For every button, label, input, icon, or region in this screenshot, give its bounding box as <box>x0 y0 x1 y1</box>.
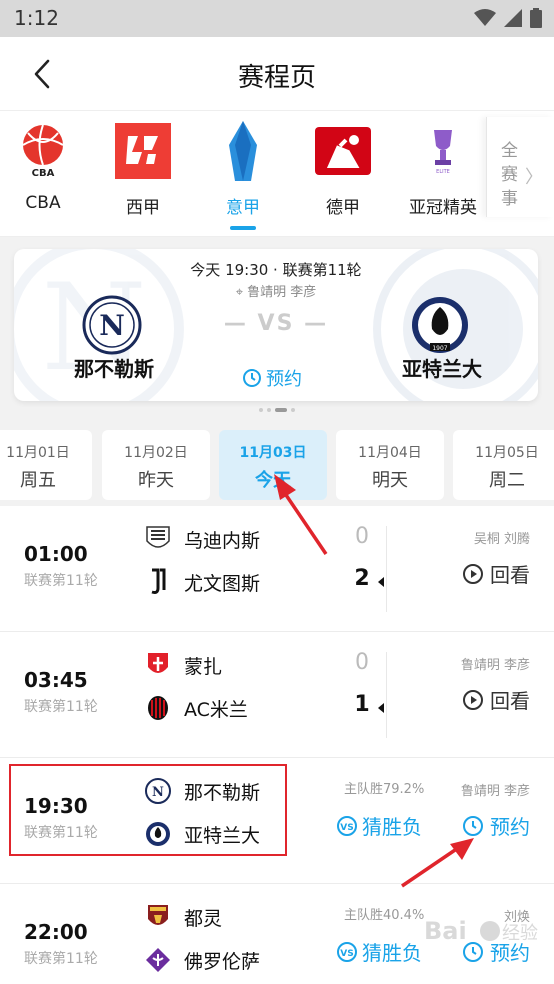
league-name: 亚冠精英 <box>409 198 477 218</box>
vs-badge-icon: VS <box>337 941 357 962</box>
match-row[interactable]: 03:45 联赛第11轮 蒙扎 AC米兰 0 1 鲁靖明 李彦 回看 <box>0 632 554 758</box>
league-name: 意甲 <box>226 198 260 218</box>
date-selector: 11月01日 周五 11月02日 昨天 11月03日 今天 11月04日 明天 … <box>0 420 554 506</box>
featured-reserve-button[interactable]: 预约 <box>242 365 314 391</box>
wifi-icon <box>474 9 496 26</box>
clock-icon <box>243 369 261 387</box>
featured-match-meta: 今天 19:30 · 联赛第11轮 <box>190 261 362 279</box>
guess-result-button[interactable]: VS 猜胜负 <box>336 811 422 840</box>
monza-logo-icon <box>144 651 172 679</box>
svg-text:1907: 1907 <box>432 345 447 352</box>
league-tab-serie-a[interactable]: 意甲 <box>198 119 288 230</box>
league-tab-afc-elite[interactable]: ELITE 亚冠精英 <box>398 119 488 218</box>
divider <box>386 526 387 612</box>
atalanta-logo-icon: 1907 <box>412 297 468 353</box>
fiorentina-logo-icon <box>144 946 172 974</box>
bundesliga-logo-icon <box>311 119 375 183</box>
featured-carousel: N 今天 19:30 · 联赛第11轮 ⌖ 鲁靖明 李彦 N 那不勒斯 — VS… <box>0 237 554 420</box>
match-round: 联赛第11轮 <box>24 573 98 589</box>
divider <box>386 652 387 738</box>
status-time: 1:12 <box>14 6 59 30</box>
league-name: 德甲 <box>326 198 360 218</box>
match-referees: 吴桐 刘腾 <box>473 532 530 547</box>
svg-text:VS: VS <box>340 823 353 833</box>
match-round: 联赛第11轮 <box>24 951 98 967</box>
featured-match-card[interactable]: N 今天 19:30 · 联赛第11轮 ⌖ 鲁靖明 李彦 N 那不勒斯 — VS… <box>14 249 538 401</box>
win-probability: 主队胜40.4% <box>344 908 425 923</box>
match-row[interactable]: 22:00 联赛第11轮 都灵 佛罗伦萨 主队胜40.4% VS 猜胜负 刘焕 … <box>0 884 554 984</box>
match-time: 03:45 <box>24 668 88 692</box>
clock-icon <box>463 815 483 836</box>
page-title: 赛程页 <box>237 63 316 93</box>
home-team: 蒙扎 <box>144 650 222 680</box>
active-tab-indicator <box>230 226 256 230</box>
udinese-logo-icon <box>144 525 172 553</box>
date-tab-selected[interactable]: 11月03日 今天 <box>219 430 327 500</box>
all-events-button[interactable]: 全 赛 事 〉 <box>486 117 554 217</box>
home-team: 乌迪内斯 <box>144 524 260 554</box>
match-round: 联赛第11轮 <box>24 699 98 715</box>
league-name: 西甲 <box>126 198 160 218</box>
juventus-logo-icon <box>144 568 172 596</box>
status-icons <box>474 8 542 28</box>
guess-result-button[interactable]: VS 猜胜负 <box>336 937 422 966</box>
match-time: 01:00 <box>24 542 88 566</box>
home-score: 0 <box>355 650 369 675</box>
replay-button[interactable]: 回看 <box>462 685 530 714</box>
home-score: 0 <box>355 524 369 549</box>
ac-milan-logo-icon <box>144 694 172 722</box>
play-icon <box>463 689 483 710</box>
featured-away-team: 亚特兰大 <box>402 357 482 381</box>
replay-button[interactable]: 回看 <box>462 559 530 588</box>
highlight-box <box>9 764 287 856</box>
date-tab[interactable]: 11月02日 昨天 <box>102 430 210 500</box>
home-team: 都灵 <box>144 902 222 932</box>
laliga-logo-icon <box>111 119 175 183</box>
away-score: 2 <box>354 566 370 591</box>
all-events-label: 全 赛 事 <box>501 141 518 209</box>
status-bar: 1:12 <box>0 0 554 37</box>
featured-home-team: 那不勒斯 <box>74 357 154 381</box>
reserve-button[interactable]: 预约 <box>462 937 530 966</box>
page-header: 赛程页 <box>0 37 554 111</box>
carousel-indicator <box>0 408 554 412</box>
play-icon <box>463 563 483 584</box>
away-team: AC米兰 <box>144 693 248 723</box>
reserve-button[interactable]: 预约 <box>462 811 530 840</box>
signal-icon <box>504 9 522 27</box>
svg-text:CBA: CBA <box>32 168 55 179</box>
chevron-right-icon: 〉 <box>525 167 543 188</box>
battery-icon <box>530 8 542 28</box>
winner-marker-icon <box>378 703 384 713</box>
match-referees: 鲁靖明 李彦 <box>460 658 530 673</box>
date-tab[interactable]: 11月04日 明天 <box>336 430 444 500</box>
cba-logo-icon: CBA <box>11 119 75 183</box>
svg-text:ELITE: ELITE <box>436 169 450 175</box>
torino-logo-icon <box>144 903 172 931</box>
afc-elite-logo-icon: ELITE <box>411 119 475 183</box>
location-pin-icon: ⌖ <box>235 285 244 300</box>
win-probability: 主队胜79.2% <box>344 782 425 797</box>
away-team: 尤文图斯 <box>144 567 260 597</box>
match-row[interactable]: 01:00 联赛第11轮 乌迪内斯 尤文图斯 0 2 吴桐 刘腾 回看 <box>0 506 554 632</box>
league-tab-bundesliga[interactable]: 德甲 <box>298 119 388 218</box>
svg-text:VS: VS <box>340 949 353 959</box>
match-referees: 鲁靖明 李彦 <box>460 784 530 799</box>
league-tab-laliga[interactable]: 西甲 <box>98 119 188 218</box>
match-referees: 刘焕 <box>503 910 530 925</box>
league-tab-cba[interactable]: CBA CBA <box>0 119 88 213</box>
serie-a-logo-icon <box>211 119 275 183</box>
league-name: CBA <box>25 193 61 213</box>
away-team: 佛罗伦萨 <box>144 945 260 975</box>
match-time: 22:00 <box>24 920 88 944</box>
date-tab[interactable]: 11月05日 周二 <box>453 430 554 500</box>
away-score: 1 <box>354 692 370 717</box>
league-tabs: CBA CBA 西甲 意甲 德甲 ELITE 亚冠精英 全 赛 事 〉 <box>0 111 554 237</box>
clock-icon <box>463 941 483 962</box>
winner-marker-icon <box>378 577 384 587</box>
vs-badge-icon: VS <box>337 815 357 836</box>
date-tab[interactable]: 11月01日 周五 <box>0 430 92 500</box>
